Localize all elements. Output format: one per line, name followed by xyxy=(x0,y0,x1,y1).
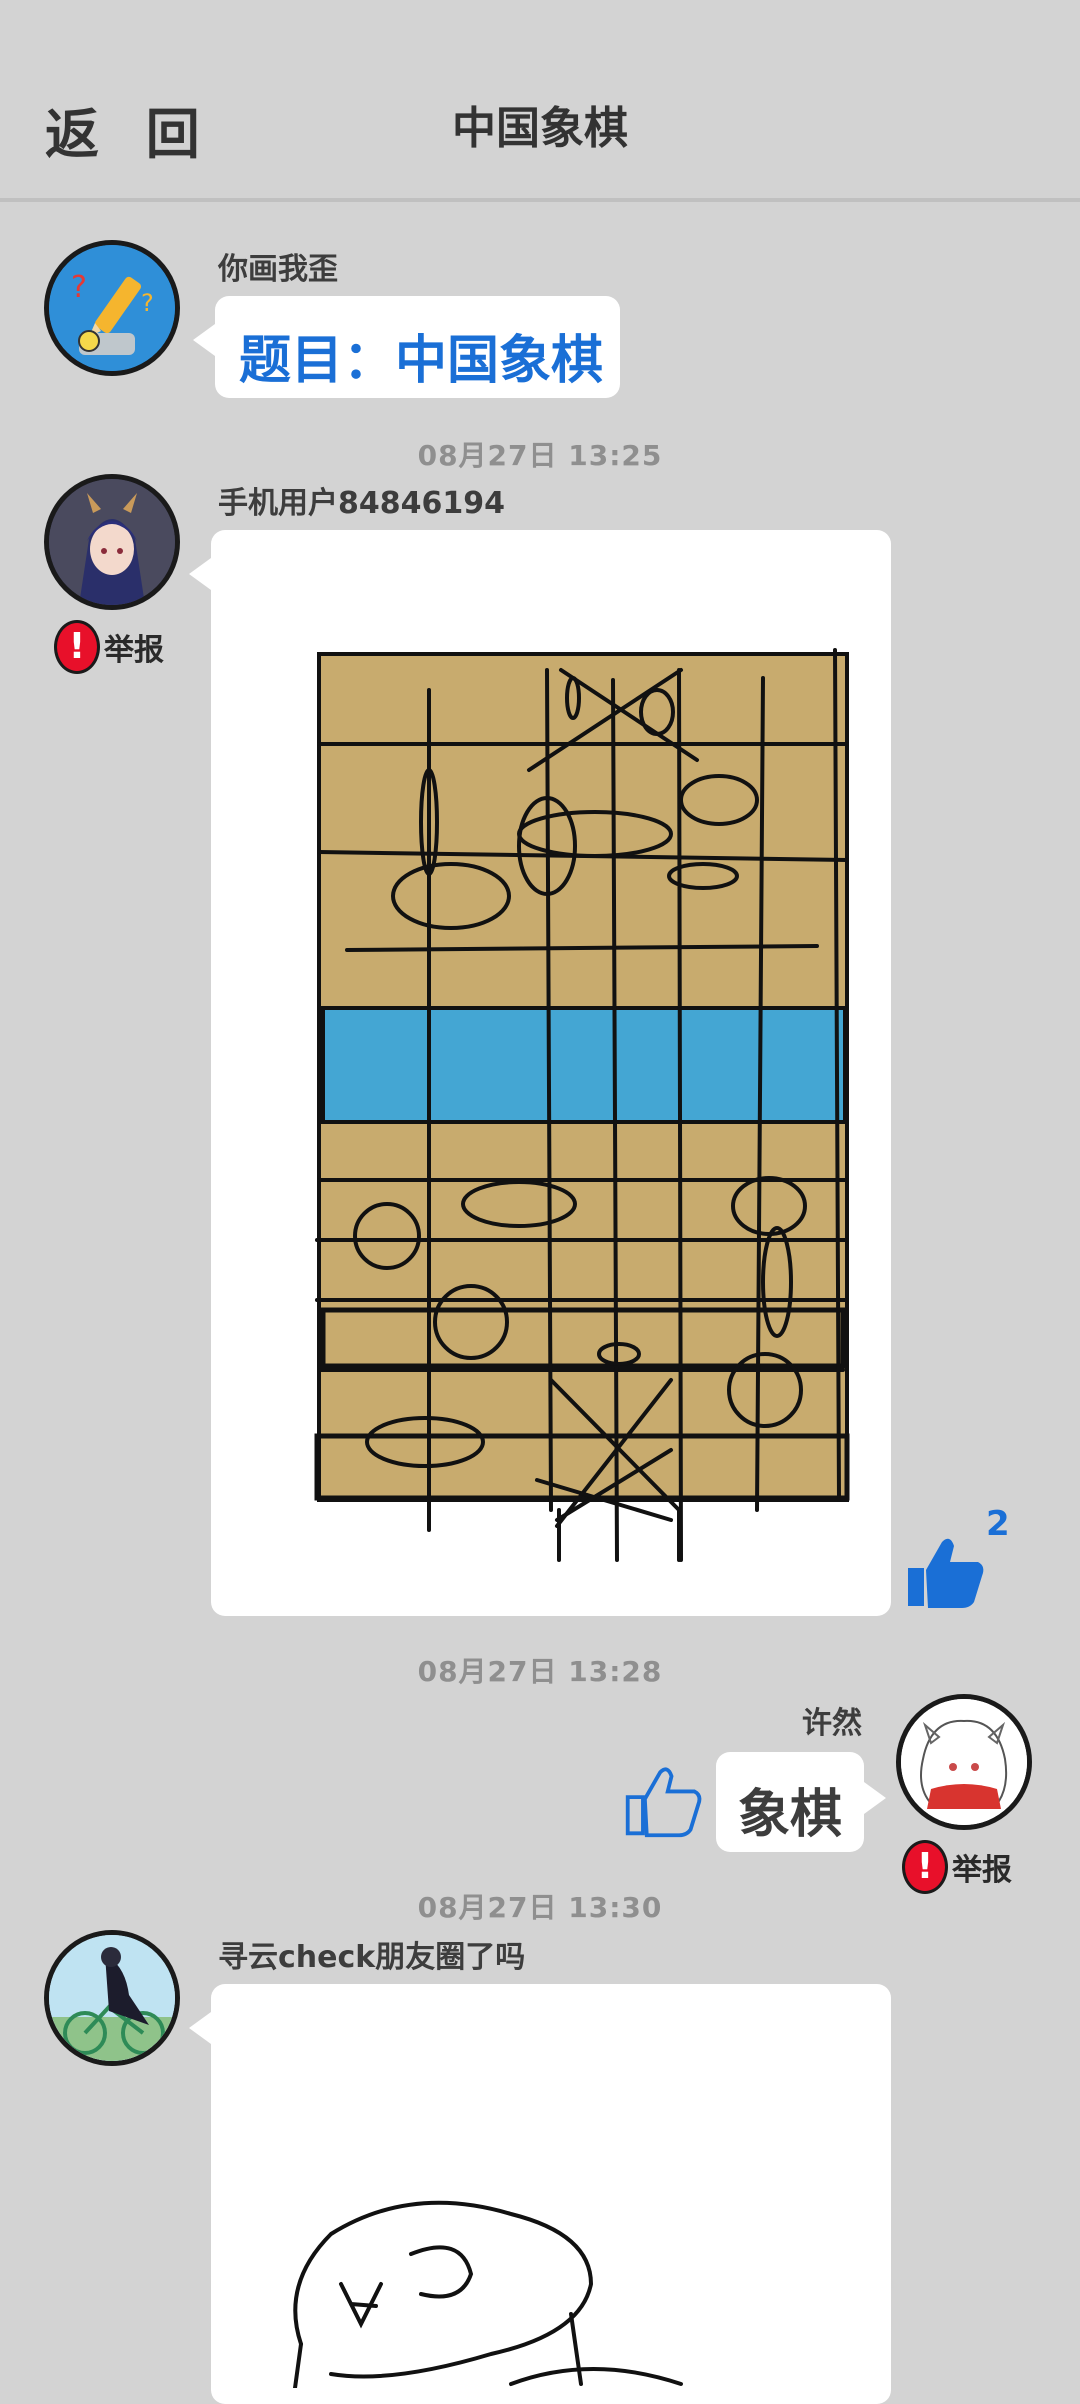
sketch-avatar-icon xyxy=(901,1699,1027,1825)
top-bar: 返 回 中国象棋 xyxy=(0,0,1080,202)
thumbs-up-icon xyxy=(908,1538,984,1608)
timestamp: 08月27日 13:28 xyxy=(417,1655,663,1688)
avatar[interactable] xyxy=(44,1930,180,2066)
guess-text: 象棋 xyxy=(738,1785,843,1845)
avatar[interactable] xyxy=(44,474,180,610)
drawing-bubble[interactable] xyxy=(189,530,891,1616)
chess-board-drawing xyxy=(314,648,850,1562)
svg-text:?: ? xyxy=(71,270,87,305)
pot-drawing xyxy=(293,2200,683,2390)
avatar[interactable]: ? ? xyxy=(44,240,180,376)
like-button[interactable] xyxy=(622,1760,702,1844)
guess-bubble: 象棋 xyxy=(716,1752,886,1852)
report-button[interactable]: ! 举报 xyxy=(54,620,164,674)
thumbs-up-outline-icon xyxy=(625,1767,702,1838)
svg-text:?: ? xyxy=(141,289,154,317)
sender-name: 寻云check朋友圈了吗 xyxy=(218,1940,526,1975)
anime-avatar-icon xyxy=(49,479,175,605)
timestamp: 08月27日 13:30 xyxy=(417,1891,663,1924)
pencil-avatar-icon: ? ? xyxy=(49,245,175,371)
like-count: 2 xyxy=(986,1504,1010,1544)
sender-name: 许然 xyxy=(802,1706,862,1741)
topic-text: 题目：中国象棋 xyxy=(239,331,604,391)
like-button[interactable] xyxy=(902,1532,986,1614)
sender-name: 手机用户84846194 xyxy=(218,486,505,521)
page-title: 中国象棋 xyxy=(452,103,628,154)
cyclist-avatar-icon xyxy=(49,1935,175,2061)
timestamp: 08月27日 13:25 xyxy=(417,439,663,472)
drawing-bubble[interactable] xyxy=(189,1984,891,2404)
avatar[interactable] xyxy=(896,1694,1032,1830)
exclamation-icon: ! xyxy=(54,620,100,674)
topic-bubble: 题目：中国象棋 xyxy=(193,296,620,398)
sender-name: 你画我歪 xyxy=(218,252,338,287)
